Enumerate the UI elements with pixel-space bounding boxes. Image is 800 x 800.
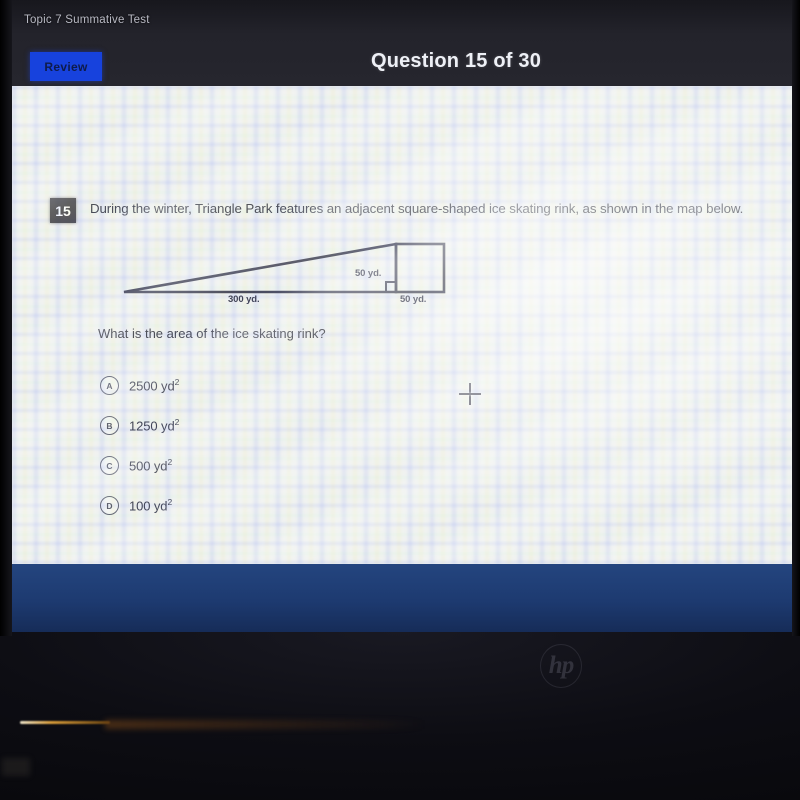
bottom-toolbar: − + Zoom bookmark answer eliminator <box>12 564 792 632</box>
light-reflection-glow <box>105 720 425 729</box>
test-title: Topic 7 Summative Test <box>24 14 150 26</box>
hp-logo: hp <box>540 644 582 688</box>
bezel-smudge <box>2 758 30 776</box>
laptop-body <box>0 632 800 800</box>
laptop-screen: Topic 7 Summative Test Review Question 1… <box>12 0 792 632</box>
photo-of-laptop-screen: hp Topic 7 Summative Test Review Questio… <box>0 0 800 800</box>
screen-bezel-right <box>792 0 800 636</box>
question-counter: Question 15 of 30 <box>370 50 542 72</box>
light-reflection-streak <box>20 721 110 724</box>
app-header: Topic 7 Summative Test Review Question 1… <box>12 0 792 86</box>
screen-sheen <box>12 86 792 564</box>
screen-bezel-left <box>0 0 12 636</box>
question-page: 15 During the winter, Triangle Park feat… <box>12 86 792 564</box>
